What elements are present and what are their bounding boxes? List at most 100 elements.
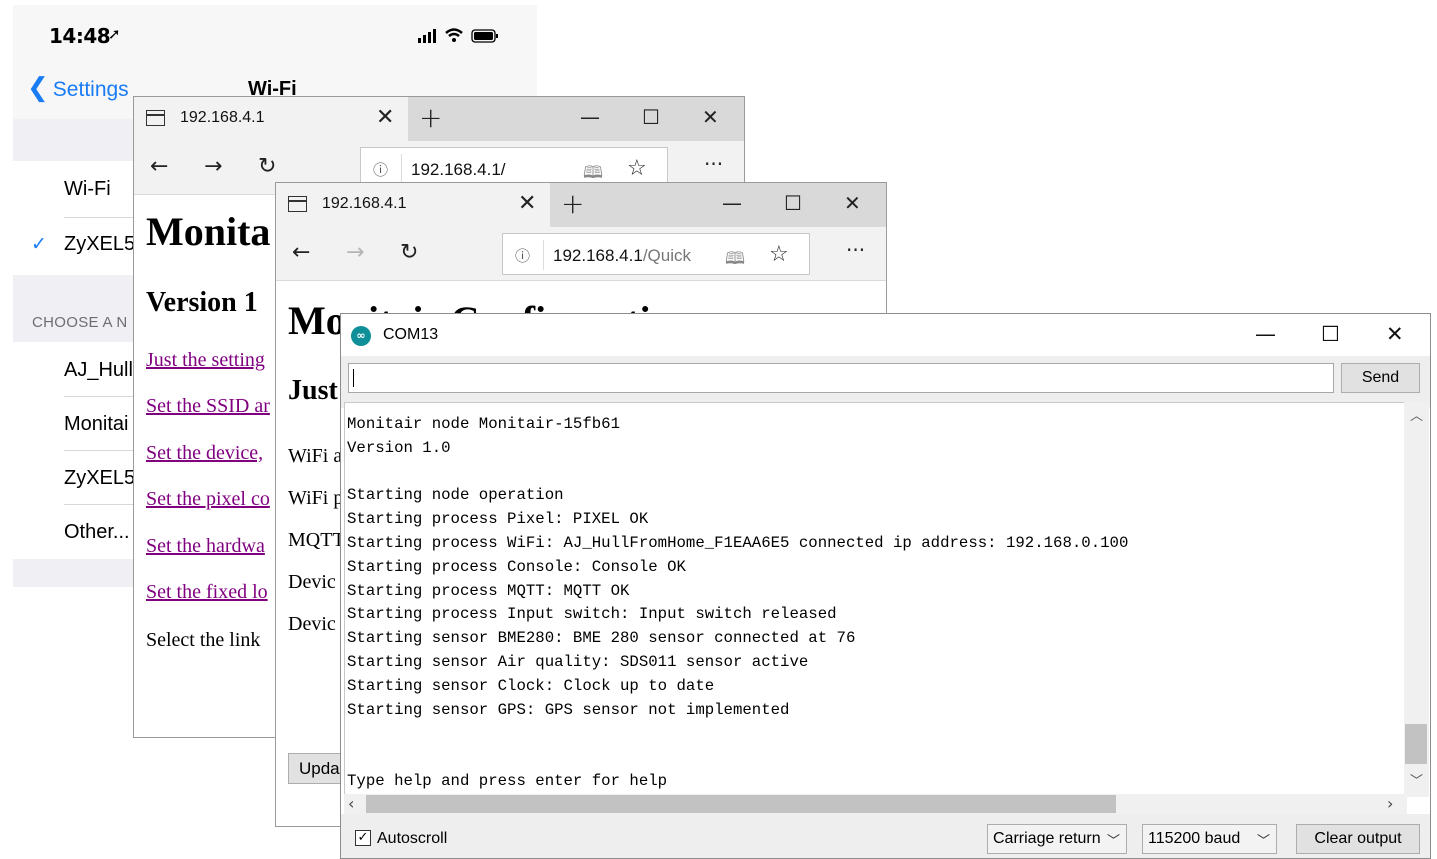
info-icon[interactable]: ⓘ [373,159,388,180]
page-tab-icon [146,110,165,126]
scroll-thumb[interactable] [366,795,1116,813]
divider [401,154,402,184]
settings-link[interactable]: Just the setting [146,349,265,372]
autoscroll-checkbox[interactable]: ✓ [355,830,371,846]
page-subheading: Version 1 [146,287,258,318]
new-tab-icon[interactable]: + [561,187,584,220]
url-text: 192.168.4.1/ [411,160,506,180]
close-tab-icon[interactable]: ✕ [376,105,394,130]
maximize-icon[interactable]: ☐ [1321,322,1340,346]
settings-link[interactable]: Set the hardwa [146,535,265,558]
url-host: 192.168.4.1 [553,246,643,265]
settings-back-button[interactable]: ❮ Settings [27,73,129,103]
section-header: CHOOSE A N [32,314,128,331]
send-button[interactable]: Send [1341,363,1420,393]
browser-tab[interactable]: 192.168.4.1 ✕ [134,97,408,141]
maximize-icon[interactable]: ☐ [642,105,660,129]
form-label: WiFi p [288,487,344,509]
command-row: Send [341,356,1430,408]
window-title-bar: ∞ COM13 — ☐ ✕ [341,314,1430,356]
serial-log-line: Starting process WiFi: AJ_HullFromHome_F… [347,533,1129,552]
page-heading: Monita [146,209,271,254]
horizontal-scrollbar[interactable]: ‹ › [344,794,1407,814]
minimize-icon[interactable]: — [580,105,600,129]
scroll-thumb[interactable] [1405,724,1427,764]
serial-log-line: Monitair node Monitair-15fb61 [347,415,621,433]
close-window-icon[interactable]: ✕ [702,105,719,129]
back-arrow-icon[interactable]: ← [150,154,168,179]
checkmark-icon: ✓ [31,234,47,255]
tab-bar: 192.168.4.1 ✕ + — ☐ ✕ [134,97,744,141]
reading-view-icon[interactable]: 🕮 [725,246,745,275]
favorite-star-icon[interactable]: ☆ [769,242,789,267]
connected-network[interactable]: ZyXEL5 [64,233,135,256]
browser-tab[interactable]: 192.168.4.1 ✕ [276,183,550,227]
chevron-down-icon: ﹀ [1106,834,1120,849]
more-icon[interactable]: ··· [846,238,865,262]
chevron-left-icon: ❮ [27,73,49,103]
minimize-icon[interactable]: — [1255,322,1276,346]
url-host: 192.168.4.1/ [411,160,506,179]
address-bar[interactable]: ⓘ 192.168.4.1/Quick 🕮 ☆ [502,233,810,275]
favorite-star-icon[interactable]: ☆ [627,156,647,181]
scroll-right-icon[interactable]: › [1387,794,1393,813]
settings-link[interactable]: Set the pixel co [146,488,270,511]
serial-log-line: Starting process MQTT: MQTT OK [347,581,630,600]
text-caret [353,369,354,387]
scroll-up-icon[interactable]: ︿ [1410,405,1423,424]
serial-monitor-window: ∞ COM13 — ☐ ✕ Send Monitair node Monitai… [340,313,1431,859]
serial-log-line [347,746,1128,770]
settings-link[interactable]: Set the SSID ar [146,395,270,418]
form-label: WiFi a [288,445,343,467]
serial-log-line: Starting sensor Clock: Clock up to date [347,676,715,695]
line-ending-select[interactable]: Carriage return ﹀ [987,824,1127,854]
close-tab-icon[interactable]: ✕ [518,191,536,216]
scroll-left-icon[interactable]: ‹ [348,794,354,813]
divider [543,240,544,270]
arduino-logo-icon: ∞ [351,326,371,346]
url-text: 192.168.4.1/Quick [553,246,691,266]
maximize-icon[interactable]: ☐ [784,191,802,215]
new-tab-icon[interactable]: + [419,101,442,134]
scroll-down-icon[interactable]: ﹀ [1410,770,1423,789]
command-input[interactable] [348,363,1334,393]
settings-link[interactable]: Set the fixed lo [146,581,268,604]
page-subheading: Just [288,375,338,406]
phone-clock: 14:48 [49,24,111,48]
back-label: Settings [52,77,129,101]
minimize-icon[interactable]: — [722,191,742,215]
serial-log-line: Starting sensor BME280: BME 280 sensor c… [347,629,856,648]
refresh-icon[interactable]: ↻ [400,240,418,265]
refresh-icon[interactable]: ↻ [258,154,276,179]
form-label: Devic [288,571,336,593]
close-window-icon[interactable]: ✕ [844,191,861,215]
tab-title: 192.168.4.1 [180,109,265,126]
more-icon[interactable]: ··· [704,152,723,176]
settings-link[interactable]: Set the device, [146,442,263,465]
chevron-down-icon: ﹀ [1256,834,1270,849]
forward-arrow-icon[interactable]: → [346,240,364,265]
info-icon[interactable]: ⓘ [515,245,530,266]
network-item-other[interactable]: Other... [64,521,130,544]
autoscroll-label: Autoscroll [377,830,448,847]
network-item[interactable]: ZyXEL5 [64,467,135,490]
browser-toolbar: ← → ↻ ⓘ 192.168.4.1/Quick 🕮 ☆ ··· [276,227,886,281]
tab-bar: 192.168.4.1 ✕ + — ☐ ✕ [276,183,886,227]
close-window-icon[interactable]: ✕ [1386,322,1404,346]
wifi-toggle-label[interactable]: Wi-Fi [64,178,111,201]
vertical-scrollbar[interactable]: ︿ ﹀ [1404,402,1429,797]
form-label: MQTT [288,529,345,551]
line-ending-value: Carriage return [993,830,1101,847]
network-item[interactable]: AJ_Hull [64,359,133,382]
network-item[interactable]: Monitai [64,413,128,436]
serial-output[interactable]: Monitair node Monitair-15fb61 Version 1.0… [344,402,1407,797]
back-arrow-icon[interactable]: ← [292,240,310,265]
baud-rate-select[interactable]: 115200 baud ﹀ [1142,824,1277,854]
tab-title: 192.168.4.1 [322,195,407,212]
serial-log-line: Starting process Console: Console OK [347,557,686,576]
form-label: Devic [288,613,336,635]
serial-log-line: Type help and press enter for help [347,771,668,790]
serial-log-line: Starting process Input switch: Input swi… [347,605,837,624]
clear-output-button[interactable]: Clear output [1296,824,1420,854]
forward-arrow-icon[interactable]: → [204,154,222,179]
